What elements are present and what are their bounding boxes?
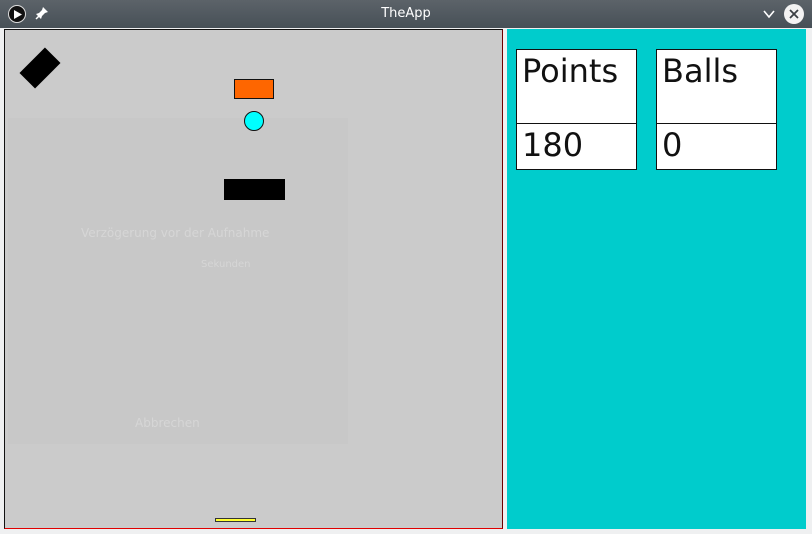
points-value: 180 <box>522 126 584 164</box>
points-divider <box>517 123 636 124</box>
black-block <box>224 179 285 200</box>
close-icon[interactable] <box>784 4 804 24</box>
balls-label: Balls <box>662 52 739 90</box>
balls-value: 0 <box>662 126 683 164</box>
black-diamond <box>19 47 61 89</box>
ghost-dialog-overlay <box>8 118 348 444</box>
ghost-text-seconds: Sekunden <box>201 259 251 270</box>
points-box: Points 180 <box>516 49 637 170</box>
title-bar[interactable]: TheApp <box>0 0 812 28</box>
app-play-icon[interactable] <box>8 5 26 23</box>
pin-icon[interactable] <box>35 6 49 20</box>
ball <box>244 111 264 131</box>
points-label: Points <box>522 52 619 90</box>
game-area[interactable]: Verzögerung vor der Aufnahme Sekunden Ab… <box>4 29 503 529</box>
balls-box: Balls 0 <box>656 49 777 170</box>
paddle[interactable] <box>215 518 256 522</box>
orange-brick <box>234 79 274 99</box>
scoreboard-panel: Points 180 Balls 0 <box>507 29 806 529</box>
minimize-icon[interactable] <box>762 7 776 21</box>
balls-divider <box>657 123 776 124</box>
ghost-text-delay: Verzögerung vor der Aufnahme <box>81 226 270 240</box>
ghost-text-cancel: Abbrechen <box>135 416 200 430</box>
window-title: TheApp <box>381 6 431 21</box>
